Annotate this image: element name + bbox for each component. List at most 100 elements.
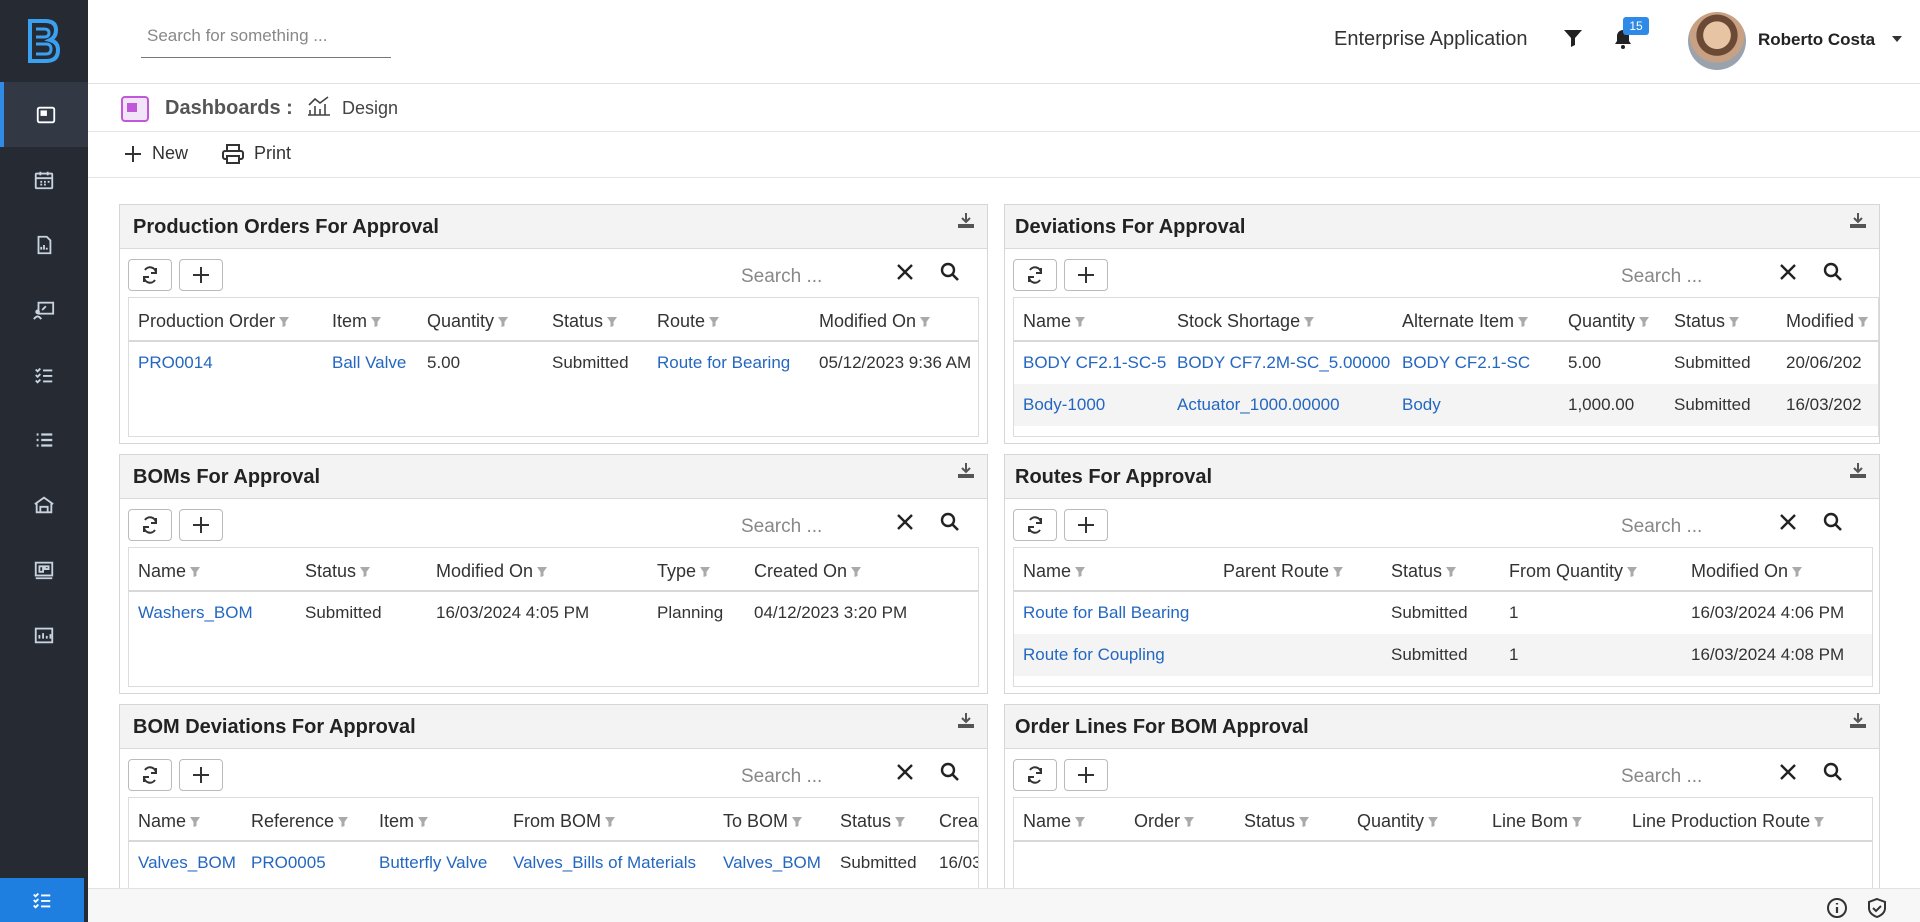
column-header[interactable]: Line Production Route <box>1632 811 1825 832</box>
search-button[interactable] <box>940 512 960 537</box>
table-cell-link[interactable]: Valves_BOM <box>723 853 821 873</box>
column-filter-icon[interactable] <box>1074 566 1086 578</box>
print-button[interactable]: Print <box>222 143 291 164</box>
column-filter-icon[interactable] <box>189 816 201 828</box>
table-row[interactable]: Route for Coupling Submitted 1 16/03/2024 4… <box>1014 634 1872 676</box>
column-filter-icon[interactable] <box>1303 316 1315 328</box>
nav-reports[interactable] <box>0 212 88 277</box>
nav-calendar[interactable] <box>0 147 88 212</box>
download-icon[interactable] <box>1849 211 1867 234</box>
nav-production[interactable] <box>0 602 88 667</box>
avatar[interactable] <box>1688 12 1746 70</box>
table-row[interactable]: Body-1000 Actuator_1000.00000 Body 1,000.00… <box>1014 384 1878 426</box>
user-name[interactable]: Roberto Costa <box>1758 30 1875 50</box>
column-header[interactable]: Status <box>305 561 371 582</box>
column-header[interactable]: Name <box>1023 811 1086 832</box>
clear-search-button[interactable] <box>1778 512 1798 537</box>
table-row[interactable]: BODY CF2.1-SC-5 BODY CF7.2M-SC_5.00000 BOD… <box>1014 342 1878 384</box>
column-header[interactable]: Alternate Item <box>1402 311 1529 332</box>
column-header[interactable]: Modified <box>1786 311 1869 332</box>
column-filter-icon[interactable] <box>189 566 201 578</box>
column-filter-icon[interactable] <box>359 566 371 578</box>
column-filter-icon[interactable] <box>417 816 429 828</box>
column-filter-icon[interactable] <box>1445 566 1457 578</box>
clear-search-button[interactable] <box>895 762 915 787</box>
nav-tasks[interactable] <box>0 342 88 407</box>
refresh-button[interactable] <box>128 509 172 541</box>
table-row[interactable]: Washers_BOM Submitted 16/03/2024 4:05 PM Pl… <box>129 592 978 634</box>
column-header[interactable]: Parent Route <box>1223 561 1344 582</box>
panel-search-input[interactable]: Search ... <box>741 766 822 788</box>
column-header[interactable]: Modified On <box>436 561 548 582</box>
column-filter-icon[interactable] <box>1332 566 1344 578</box>
column-filter-icon[interactable] <box>1427 816 1439 828</box>
panel-search-input[interactable]: Search ... <box>1621 766 1702 788</box>
add-button[interactable] <box>179 759 223 791</box>
add-button[interactable] <box>1064 759 1108 791</box>
column-header[interactable]: Modified On <box>1691 561 1803 582</box>
nav-dashboards[interactable] <box>0 82 88 147</box>
column-header[interactable]: Quantity <box>1568 311 1650 332</box>
column-header[interactable]: Name <box>138 811 201 832</box>
table-cell-link[interactable]: Route for Ball Bearing <box>1023 603 1189 623</box>
table-cell-link[interactable]: PRO0014 <box>138 353 213 373</box>
table-cell-link[interactable]: Ball Valve <box>332 353 406 373</box>
column-filter-icon[interactable] <box>536 566 548 578</box>
column-header[interactable]: Name <box>1023 561 1086 582</box>
table-cell-link[interactable]: BODY CF2.1-SC <box>1402 353 1530 373</box>
column-header[interactable]: Status <box>840 811 906 832</box>
column-filter-icon[interactable] <box>1813 816 1825 828</box>
column-header[interactable]: Item <box>379 811 429 832</box>
search-button[interactable] <box>940 262 960 287</box>
column-header[interactable]: Stock Shortage <box>1177 311 1315 332</box>
table-row[interactable]: Route for Ball Bearing Submitted 1 16/03/20… <box>1014 592 1872 634</box>
nav-warehouse[interactable] <box>0 472 88 537</box>
chevron-down-icon[interactable] <box>1892 36 1902 42</box>
column-filter-icon[interactable] <box>1074 816 1086 828</box>
search-button[interactable] <box>940 762 960 787</box>
column-header[interactable]: Line Bom <box>1492 811 1583 832</box>
column-header[interactable]: Quantity <box>427 311 509 332</box>
shield-check-icon[interactable] <box>1866 897 1888 922</box>
table-cell-link[interactable]: Washers_BOM <box>138 603 253 623</box>
filter-button[interactable] <box>1563 28 1583 53</box>
add-button[interactable] <box>179 509 223 541</box>
column-filter-icon[interactable] <box>1183 816 1195 828</box>
column-header[interactable]: Order <box>1134 811 1195 832</box>
column-filter-icon[interactable] <box>1571 816 1583 828</box>
sidebar-menu-toggle[interactable] <box>0 878 84 922</box>
nav-presentation[interactable] <box>0 277 88 342</box>
download-icon[interactable] <box>1849 461 1867 484</box>
column-header[interactable]: Name <box>138 561 201 582</box>
design-chart-icon[interactable] <box>306 95 332 122</box>
column-filter-icon[interactable] <box>1791 566 1803 578</box>
nav-list[interactable] <box>0 407 88 472</box>
column-filter-icon[interactable] <box>1857 316 1869 328</box>
table-cell-link[interactable]: Body-1000 <box>1023 395 1105 415</box>
table-cell-link[interactable]: Body <box>1402 395 1441 415</box>
table-cell-link[interactable]: BODY CF2.1-SC-5 <box>1023 353 1166 373</box>
add-button[interactable] <box>1064 259 1108 291</box>
column-filter-icon[interactable] <box>699 566 711 578</box>
search-button[interactable] <box>1823 512 1843 537</box>
table-cell-link[interactable]: Valves_Bills of Materials <box>513 853 696 873</box>
column-header[interactable]: Create <box>939 811 978 832</box>
column-filter-icon[interactable] <box>1074 316 1086 328</box>
refresh-button[interactable] <box>128 259 172 291</box>
panel-search-input[interactable]: Search ... <box>1621 516 1702 538</box>
clear-search-button[interactable] <box>1778 262 1798 287</box>
column-header[interactable]: Status <box>1391 561 1457 582</box>
table-cell-link[interactable]: Route for Bearing <box>657 353 790 373</box>
column-header[interactable]: Item <box>332 311 382 332</box>
column-filter-icon[interactable] <box>337 816 349 828</box>
column-filter-icon[interactable] <box>278 316 290 328</box>
search-button[interactable] <box>1823 262 1843 287</box>
column-header[interactable]: Modified On <box>819 311 931 332</box>
refresh-button[interactable] <box>1013 259 1057 291</box>
table-row[interactable]: PRO0014 Ball Valve 5.00 Submitted Route for … <box>129 342 978 384</box>
download-icon[interactable] <box>957 711 975 734</box>
new-button[interactable]: New <box>124 143 188 164</box>
column-header[interactable]: From Quantity <box>1509 561 1638 582</box>
table-row[interactable]: Valves_BOM PRO0005 Butterfly Valve Valves_B… <box>129 842 978 884</box>
column-filter-icon[interactable] <box>1638 316 1650 328</box>
